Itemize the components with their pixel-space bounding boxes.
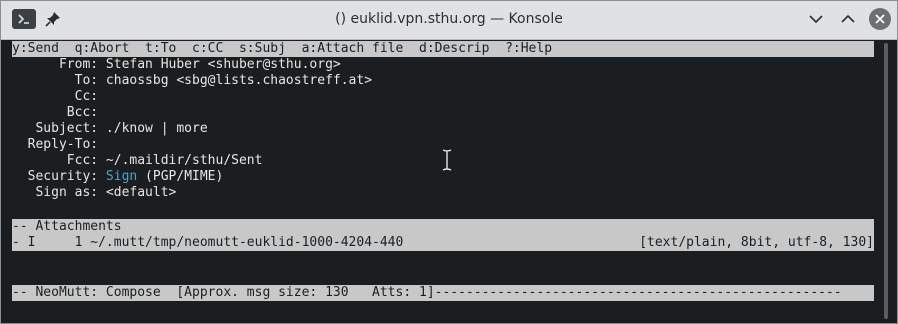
konsole-window: () euklid.vpn.sthu.org — Konsole y:Send … (0, 0, 898, 324)
header-fcc[interactable]: Fcc: ~/.maildir/sthu/Sent (12, 153, 263, 169)
window-title: () euklid.vpn.sthu.org — Konsole (335, 11, 563, 27)
header-value: <default> (98, 185, 177, 200)
maximize-icon[interactable] (837, 8, 859, 30)
header-label: From: (12, 57, 99, 72)
header-value: ./know | more (98, 121, 208, 136)
header-value: (PGP/MIME) (137, 169, 224, 184)
header-subject[interactable]: Subject: ./know | more (12, 121, 208, 137)
header-label: Bcc: (12, 105, 99, 120)
header-value: chaossbg <sbg@lists.chaostreff.at> (98, 73, 373, 88)
header-value: Stefan Huber <shuber@sthu.org> (98, 57, 341, 72)
header-sign-as[interactable]: Sign as: <default> (12, 185, 176, 201)
header-from[interactable]: From: Stefan Huber <shuber@sthu.org> (12, 57, 341, 73)
header-label: Cc: (12, 89, 99, 104)
header-label: To: (12, 73, 99, 88)
header-to[interactable]: To: chaossbg <sbg@lists.chaostreff.at> (12, 73, 372, 89)
attachment-path: - I 1 ~/.mutt/tmp/neomutt-euklid-1000-42… (12, 235, 404, 250)
header-label: Fcc: (12, 153, 99, 168)
attachment-info: [text/plain, 8bit, utf-8, 130] (639, 235, 874, 250)
status-bar: -- NeoMutt: Compose [Approx. msg size: 1… (12, 285, 874, 301)
title-bar[interactable]: () euklid.vpn.sthu.org — Konsole (1, 1, 897, 40)
header-label: Sign as: (12, 185, 99, 200)
text-cursor-icon (442, 149, 452, 176)
security-sign-value: Sign (98, 169, 138, 184)
scrollbar-thumb[interactable] (884, 43, 888, 319)
header-value: ~/.maildir/sthu/Sent (98, 153, 263, 168)
header-label: Security: (12, 169, 99, 184)
header-reply-to[interactable]: Reply-To: (12, 137, 98, 153)
scrollbar[interactable] (879, 41, 893, 321)
header-security[interactable]: Security: Sign (PGP/MIME) (12, 169, 224, 185)
close-icon[interactable] (869, 8, 891, 30)
attachment-row[interactable]: - I 1 ~/.mutt/tmp/neomutt-euklid-1000-42… (12, 235, 874, 251)
terminal-area[interactable]: y:Send q:Abort t:To c:CC s:Subj a:Attach… (12, 41, 876, 323)
header-label: Reply-To: (12, 137, 99, 152)
header-label: Subject: (12, 121, 99, 136)
header-cc[interactable]: Cc: (12, 89, 98, 105)
attachments-bar: -- Attachments (12, 219, 874, 235)
help-bar: y:Send q:Abort t:To c:CC s:Subj a:Attach… (12, 41, 874, 57)
header-bcc[interactable]: Bcc: (12, 105, 98, 121)
minimize-icon[interactable] (805, 8, 827, 30)
